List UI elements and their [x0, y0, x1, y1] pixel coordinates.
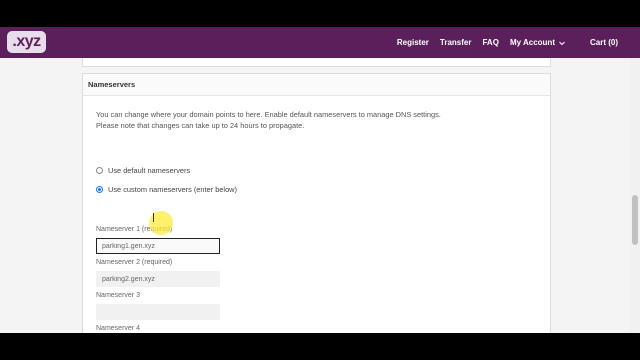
text-cursor-icon	[153, 213, 154, 222]
nav-transfer-link[interactable]: Transfer	[440, 38, 472, 47]
radio-default-nameservers[interactable]: Use default nameservers	[96, 166, 190, 175]
nameserver-3-label: Nameserver 3	[96, 292, 140, 299]
description-line-2: Please note that changes can take up to …	[96, 120, 305, 130]
nameserver-3-input[interactable]	[96, 304, 220, 320]
nav-my-account-label: My Account	[509, 38, 555, 47]
nav-faq-link[interactable]: FAQ	[482, 38, 498, 47]
site-header: .xyz Register Transfer FAQ My Account Ca…	[0, 27, 640, 58]
previous-panel-bottom	[82, 58, 551, 67]
nameserver-2-label: Nameserver 2 (required)	[96, 259, 173, 266]
nav-cart-link[interactable]: Cart (0)	[590, 38, 618, 47]
panel-title: Nameservers	[83, 74, 550, 96]
radio-custom-label: Use custom nameservers (enter below)	[108, 185, 237, 194]
radio-default-circle[interactable]	[96, 167, 103, 174]
xyz-logo[interactable]: .xyz	[7, 31, 46, 53]
nameserver-1-label: Nameserver 1 (required)	[96, 226, 173, 233]
radio-custom-nameservers[interactable]: Use custom nameservers (enter below)	[96, 185, 237, 194]
radio-custom-circle[interactable]	[96, 186, 103, 193]
chevron-down-icon	[559, 41, 565, 45]
nameserver-1-input[interactable]	[96, 238, 220, 254]
browser-viewport: .xyz Register Transfer FAQ My Account Ca…	[0, 27, 640, 333]
radio-default-label: Use default nameservers	[108, 166, 191, 175]
nav-register-link[interactable]: Register	[397, 38, 429, 47]
nameservers-panel: Nameservers You can change where your do…	[82, 73, 551, 333]
description-line-1: You can change where your domain points …	[96, 110, 441, 119]
nameservers-description: You can change where your domain points …	[96, 110, 536, 131]
nameserver-4-label: Nameserver 4	[96, 325, 140, 332]
page-scrollbar[interactable]	[630, 58, 640, 333]
main-nav: Register Transfer FAQ My Account Cart (0…	[386, 27, 618, 58]
scrollbar-thumb[interactable]	[632, 195, 638, 245]
nav-my-account-menu[interactable]: My Account	[510, 38, 566, 47]
nameserver-2-input[interactable]	[96, 271, 220, 287]
